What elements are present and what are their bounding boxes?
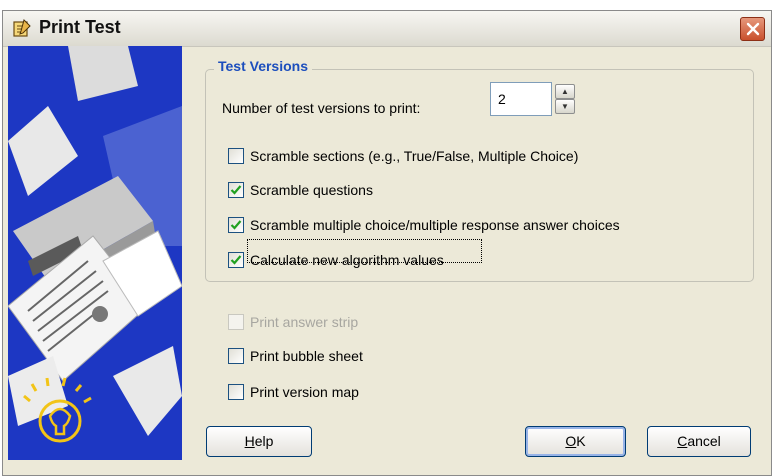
calculate-algorithm-checkbox[interactable] — [228, 252, 244, 268]
bubble-sheet-checkbox[interactable] — [228, 348, 244, 364]
spin-down-icon[interactable]: ▼ — [555, 99, 575, 114]
checkmark-icon — [230, 220, 242, 230]
checkmark-icon — [230, 185, 242, 195]
versions-input[interactable]: 2 — [490, 82, 552, 116]
calculate-algorithm-label[interactable]: Calculate new algorithm values — [250, 252, 444, 268]
answer-strip-checkbox — [228, 314, 244, 330]
versions-spinner: ▲ ▼ — [555, 84, 575, 114]
ok-label: K — [576, 433, 586, 449]
title-bar[interactable]: Print Test — [3, 11, 771, 47]
window-title: Print Test — [39, 17, 121, 37]
scramble-sections-checkbox[interactable] — [228, 148, 244, 164]
version-map-checkbox[interactable] — [228, 384, 244, 400]
cancel-label: ancel — [687, 433, 721, 449]
close-icon — [746, 22, 760, 36]
answer-strip-label: Print answer strip — [250, 314, 359, 330]
printer-illustration — [8, 46, 182, 460]
help-mnemonic: H — [244, 433, 255, 449]
close-button[interactable] — [740, 17, 765, 41]
cancel-button[interactable]: Cancel — [647, 426, 751, 457]
scramble-questions-label[interactable]: Scramble questions — [250, 182, 373, 198]
scramble-answers-checkbox[interactable] — [228, 217, 244, 233]
cancel-mnemonic: C — [677, 433, 688, 449]
test-versions-title: Test Versions — [214, 58, 313, 74]
spin-up-icon[interactable]: ▲ — [555, 84, 575, 99]
ok-button[interactable]: OK — [525, 426, 626, 457]
ok-mnemonic: O — [565, 433, 577, 449]
scramble-sections-label[interactable]: Scramble sections (e.g., True/False, Mul… — [250, 148, 578, 164]
bubble-sheet-label[interactable]: Print bubble sheet — [250, 348, 363, 364]
versions-label: Number of test versions to print: — [222, 100, 421, 116]
checkmark-icon — [230, 255, 242, 265]
print-test-icon — [13, 19, 31, 37]
version-map-label[interactable]: Print version map — [250, 384, 359, 400]
help-label: elp — [254, 433, 274, 449]
scramble-questions-checkbox[interactable] — [228, 182, 244, 198]
scramble-answers-label[interactable]: Scramble multiple choice/multiple respon… — [250, 217, 620, 233]
help-button[interactable]: Help — [206, 426, 312, 457]
